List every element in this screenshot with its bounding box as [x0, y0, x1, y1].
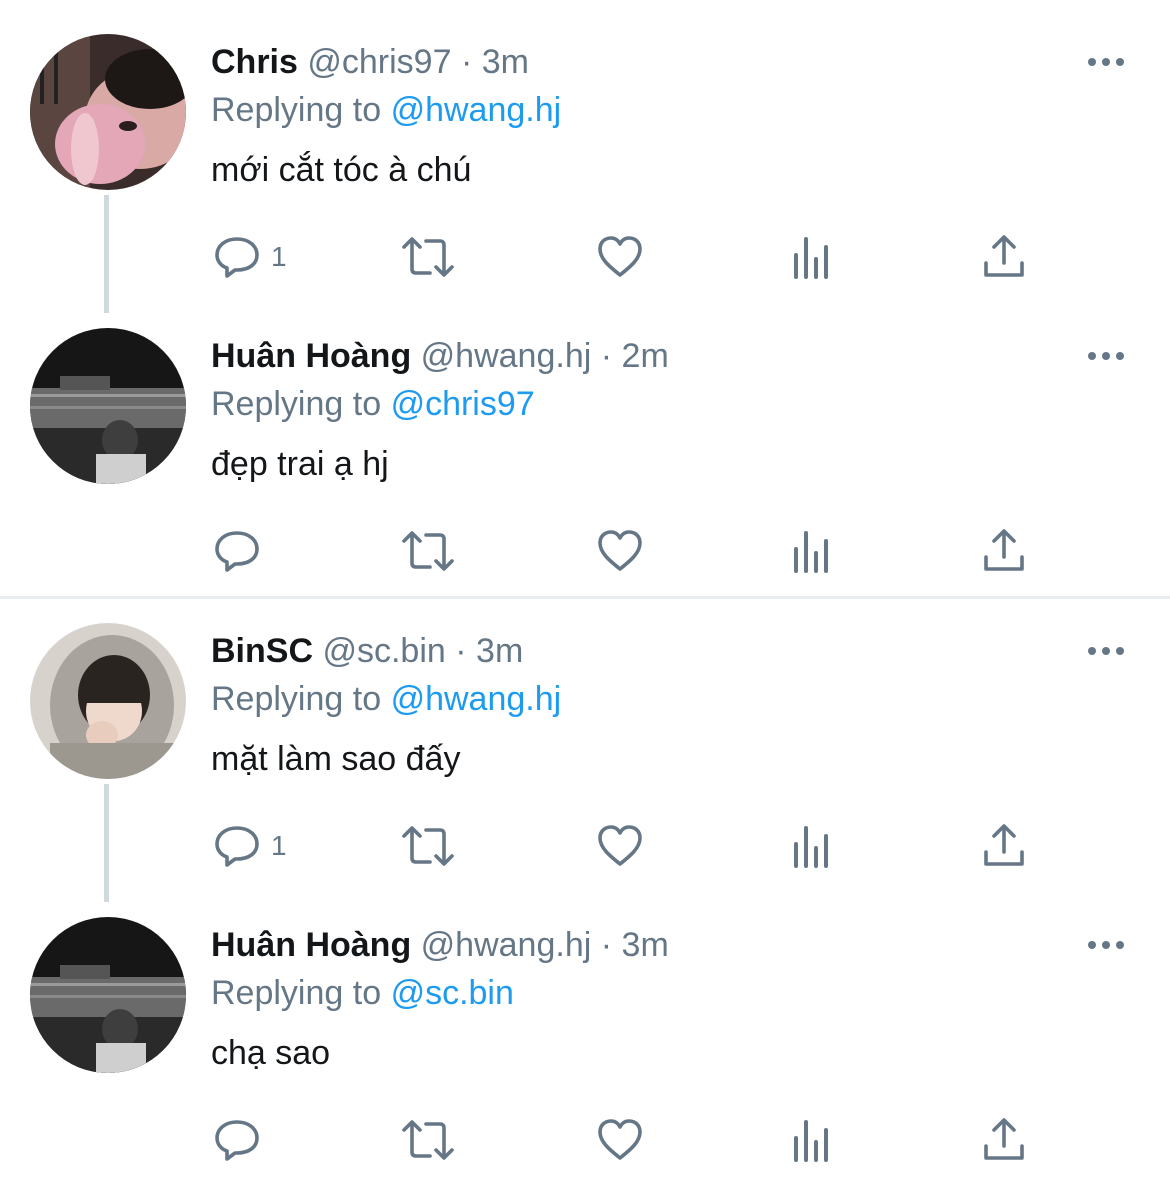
tweet[interactable]: Chris @chris97 · 3m Replying to @hwang.h…: [0, 0, 1170, 313]
heart-icon: [598, 236, 642, 277]
share-icon: [984, 235, 1024, 277]
retweet-button[interactable]: [400, 222, 456, 292]
replying-prefix: Replying to: [211, 680, 382, 718]
share-button[interactable]: [980, 1105, 1028, 1175]
reply-button[interactable]: [213, 1105, 271, 1175]
more-icon[interactable]: [1086, 344, 1126, 368]
reply-icon: [215, 1120, 259, 1161]
tweet-actions: 1: [0, 811, 1170, 881]
separator: ·: [600, 926, 613, 964]
separator: ·: [455, 632, 467, 670]
share-button[interactable]: [980, 811, 1028, 881]
analytics-button[interactable]: [792, 1105, 834, 1175]
share-icon: [984, 529, 1024, 571]
tweet-text: mới cắt tóc à chú: [211, 151, 472, 189]
user-handle[interactable]: @sc.bin: [322, 632, 445, 670]
analytics-icon: [794, 531, 828, 573]
timestamp[interactable]: 3m: [476, 632, 523, 670]
separator: ·: [460, 43, 473, 81]
analytics-button[interactable]: [792, 516, 834, 586]
reply-count: 1: [271, 241, 287, 272]
timestamp[interactable]: 3m: [622, 926, 669, 964]
separator: ·: [600, 337, 613, 375]
more-icon[interactable]: [1086, 933, 1126, 957]
reply-icon: [215, 531, 259, 572]
analytics-icon: [794, 237, 828, 279]
replying-to: Replying to @chris97: [211, 382, 535, 426]
share-button[interactable]: [980, 516, 1028, 586]
retweet-button[interactable]: [400, 811, 456, 881]
share-icon: [984, 1118, 1024, 1160]
tweet-header: Huân Hoàng @hwang.hj · 2m: [211, 334, 669, 378]
analytics-button[interactable]: [792, 811, 834, 881]
tweet-text: mặt làm sao đấy: [211, 740, 461, 778]
display-name[interactable]: Huân Hoàng: [211, 337, 411, 375]
reply-count: 1: [271, 830, 287, 861]
replying-prefix: Replying to: [211, 385, 382, 423]
like-button[interactable]: [596, 811, 644, 881]
retweet-icon: [402, 237, 454, 277]
heart-icon: [598, 825, 642, 866]
tweet-text: đẹp trai ạ hj: [211, 445, 389, 483]
more-icon[interactable]: [1086, 639, 1126, 663]
like-button[interactable]: [596, 1105, 644, 1175]
timestamp[interactable]: 3m: [482, 43, 529, 81]
reply-icon: [215, 826, 259, 867]
retweet-button[interactable]: [400, 1105, 456, 1175]
mention-link[interactable]: @chris97: [391, 385, 535, 423]
avatar[interactable]: [30, 34, 186, 190]
display-name[interactable]: Huân Hoàng: [211, 926, 411, 964]
more-icon[interactable]: [1086, 50, 1126, 74]
retweet-button[interactable]: [400, 516, 456, 586]
tweet-actions: [0, 516, 1170, 586]
replying-to: Replying to @sc.bin: [211, 971, 514, 1015]
heart-icon: [598, 1119, 642, 1160]
replying-to: Replying to @hwang.hj: [211, 677, 561, 721]
user-handle[interactable]: @hwang.hj: [421, 337, 592, 375]
retweet-icon: [402, 531, 454, 571]
reply-button[interactable]: 1: [213, 222, 287, 292]
share-icon: [984, 824, 1024, 866]
display-name[interactable]: Chris: [211, 43, 298, 81]
avatar[interactable]: [30, 623, 186, 779]
tweet[interactable]: Huân Hoàng @hwang.hj · 2m Replying to @c…: [0, 294, 1170, 588]
analytics-button[interactable]: [792, 222, 834, 292]
timestamp[interactable]: 2m: [622, 337, 669, 375]
tweet-header: BinSC @sc.bin · 3m: [211, 629, 523, 673]
replying-prefix: Replying to: [211, 91, 382, 129]
mention-link[interactable]: @hwang.hj: [391, 680, 562, 718]
retweet-icon: [402, 1120, 454, 1160]
avatar[interactable]: [30, 328, 186, 484]
user-handle[interactable]: @hwang.hj: [421, 926, 592, 964]
tweet-header: Huân Hoàng @hwang.hj · 3m: [211, 923, 669, 967]
reply-icon: [215, 237, 259, 278]
tweet-header: Chris @chris97 · 3m: [211, 40, 529, 84]
tweet[interactable]: Huân Hoàng @hwang.hj · 3m Replying to @s…: [0, 883, 1170, 1177]
user-handle[interactable]: @chris97: [307, 43, 451, 81]
heart-icon: [598, 530, 642, 571]
retweet-icon: [402, 826, 454, 866]
like-button[interactable]: [596, 222, 644, 292]
share-button[interactable]: [980, 222, 1028, 292]
mention-link[interactable]: @hwang.hj: [391, 91, 562, 129]
mention-link[interactable]: @sc.bin: [391, 974, 514, 1012]
tweet-actions: [0, 1105, 1170, 1175]
avatar[interactable]: [30, 917, 186, 1073]
tweet-text: chạ sao: [211, 1034, 331, 1072]
tweet-actions: 1: [0, 222, 1170, 292]
reply-button[interactable]: 1: [213, 811, 287, 881]
replying-to: Replying to @hwang.hj: [211, 88, 561, 132]
analytics-icon: [794, 826, 828, 868]
like-button[interactable]: [596, 516, 644, 586]
replying-prefix: Replying to: [211, 974, 382, 1012]
analytics-icon: [794, 1120, 828, 1162]
display-name[interactable]: BinSC: [211, 632, 313, 670]
reply-button[interactable]: [213, 516, 271, 586]
tweet[interactable]: BinSC @sc.bin · 3m Replying to @hwang.hj…: [0, 589, 1170, 902]
